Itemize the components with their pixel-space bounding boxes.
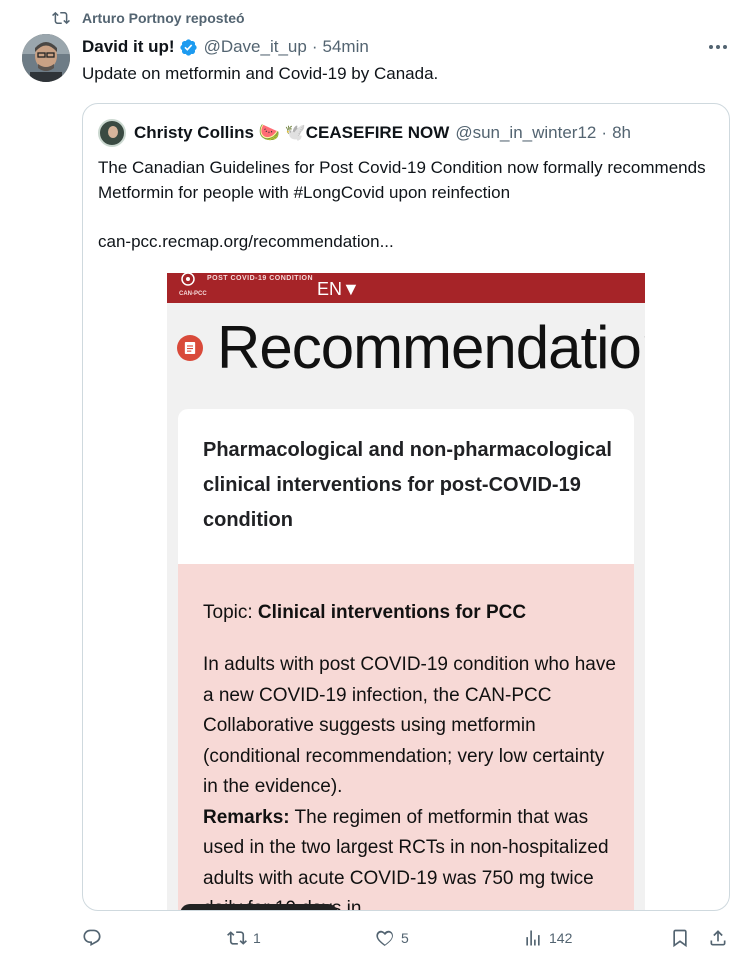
repost-icon <box>227 931 247 945</box>
views-chart-icon <box>526 930 540 946</box>
tweet-timestamp[interactable]: 54min <box>323 37 369 57</box>
action-bar: 1 5 142 <box>82 928 742 952</box>
banner-label: POST COVID-19 CONDITION <box>207 275 314 282</box>
more-options-icon[interactable] <box>706 36 730 58</box>
share-button[interactable] <box>708 928 728 948</box>
repost-icon <box>52 11 70 25</box>
views-button[interactable]: 142 <box>523 928 572 948</box>
separator-dot: · <box>601 123 608 142</box>
views-count: 142 <box>549 930 573 946</box>
card-title: Pharmacological and non-pharmacological … <box>203 439 612 531</box>
repost-button[interactable]: 1 <box>227 928 261 948</box>
verified-badge-icon <box>179 38 197 56</box>
document-icon <box>177 335 203 361</box>
quote-text: The Canadian Guidelines for Post Covid-1… <box>98 158 706 202</box>
image-overlay-pill <box>180 904 338 910</box>
quote-image[interactable]: CAN-PCC POST COVID-19 CONDITION EN▼ Reco… <box>167 273 645 911</box>
author-avatar[interactable] <box>22 34 70 82</box>
quote-link[interactable]: can-pcc.recmap.org/recommendation... <box>98 232 394 252</box>
share-icon <box>710 930 726 946</box>
like-count: 5 <box>401 930 409 946</box>
repost-text: Arturo Portnoy reposteó <box>82 10 245 26</box>
quote-author-name[interactable]: Christy Collins 🍉 🕊️CEASEFIRE NOW <box>134 123 449 143</box>
site-banner: CAN-PCC POST COVID-19 CONDITION EN▼ <box>167 273 645 303</box>
quote-author-handle[interactable]: @sun_in_winter12 <box>455 123 596 143</box>
banner-logo-text: CAN-PCC <box>179 291 207 297</box>
author-handle[interactable]: @Dave_it_up <box>204 37 307 57</box>
repost-count: 1 <box>253 930 261 946</box>
language-selector: EN▼ <box>317 279 360 299</box>
topic-line: Topic: Clinical interventions for PCC <box>203 602 527 623</box>
repost-indicator[interactable]: Arturo Portnoy reposteó <box>52 9 245 27</box>
tweet-text: Update on metformin and Covid-19 by Cana… <box>82 64 439 83</box>
author-name[interactable]: David it up! <box>82 37 175 57</box>
quote-header: Christy Collins 🍉 🕊️CEASEFIRE NOW @sun_i… <box>98 119 631 147</box>
recommendation-text: In adults with post COVID-19 condition w… <box>203 654 616 911</box>
recommendation-heading: Recommendation <box>217 314 645 381</box>
quote-author-avatar[interactable] <box>98 119 126 147</box>
reply-button[interactable] <box>82 928 108 948</box>
recommendation-card: Pharmacological and non-pharmacological … <box>178 409 634 564</box>
bookmark-button[interactable] <box>670 928 690 948</box>
like-button[interactable]: 5 <box>375 928 409 948</box>
heart-icon <box>376 930 393 947</box>
separator-dot: · <box>311 37 318 56</box>
quoted-tweet[interactable]: Christy Collins 🍉 🕊️CEASEFIRE NOW @sun_i… <box>82 103 730 911</box>
quote-timestamp[interactable]: 8h <box>612 123 631 143</box>
reply-icon <box>83 929 101 946</box>
recommendation-body: Topic: Clinical interventions for PCC In… <box>178 564 634 911</box>
tweet-header: David it up! @Dave_it_up · 54min <box>82 37 369 57</box>
bookmark-icon <box>673 929 687 948</box>
